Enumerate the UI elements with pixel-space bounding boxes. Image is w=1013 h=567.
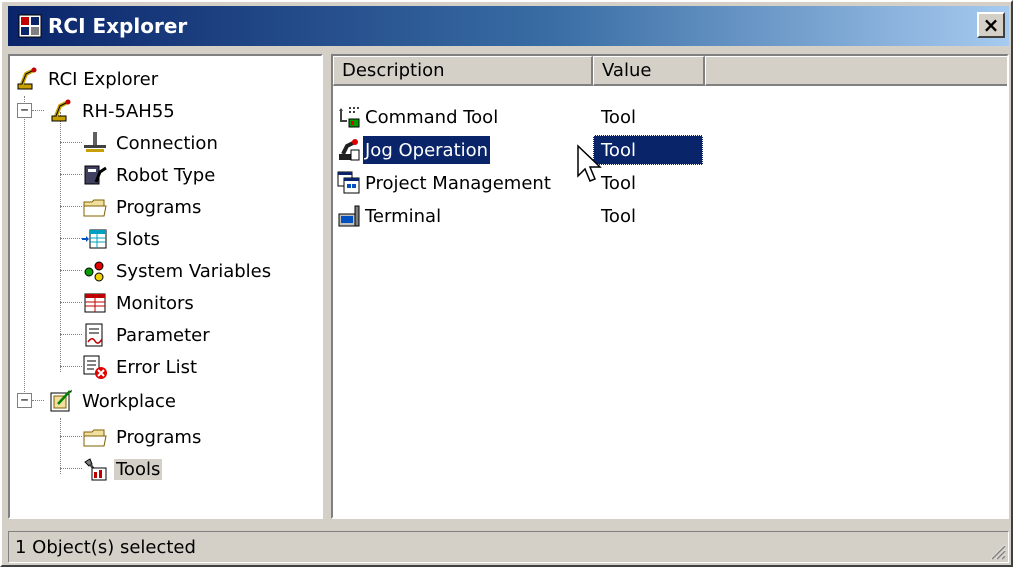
tree-item-label: Robot Type	[116, 164, 216, 186]
folder-icon	[83, 199, 107, 217]
column-header-value[interactable]: Value	[593, 56, 705, 86]
list-pane[interactable]: Description Value Command Tool Tool Jog …	[331, 54, 1009, 519]
list-item-value: Tool	[601, 172, 636, 194]
tree-item-label: Slots	[116, 228, 160, 250]
tree-item-label: Workplace	[82, 390, 177, 412]
tree-connector	[60, 366, 82, 367]
tree-item-label: Monitors	[116, 292, 194, 314]
tree-item-label: RH-5AH55	[82, 100, 175, 122]
tree-connector	[32, 110, 44, 111]
tree-item-label: Tools	[114, 458, 163, 480]
tree-item-programs[interactable]: Programs	[82, 192, 203, 222]
tree-connector	[32, 400, 44, 401]
window-title: RCI Explorer	[48, 14, 188, 38]
resize-grip-icon[interactable]	[988, 542, 1006, 560]
list-header: Description Value	[333, 56, 1007, 86]
tree-connector	[60, 302, 82, 303]
list-item-terminal[interactable]: Terminal Tool	[333, 201, 703, 231]
status-panel: 1 Object(s) selected	[8, 531, 1009, 563]
tree-item-label: Programs	[116, 196, 202, 218]
tree-item-system-variables[interactable]: System Variables	[82, 256, 273, 286]
robot-type-icon	[84, 165, 107, 185]
list-item-jog-operation[interactable]: Jog Operation Tool	[333, 135, 703, 165]
list-item-value: Tool	[593, 135, 703, 165]
tree-connector	[60, 206, 82, 207]
tree-connector	[60, 468, 82, 469]
app-icon	[18, 14, 42, 38]
tree-connector	[60, 238, 82, 239]
tree-item-tools[interactable]: Tools	[82, 454, 163, 484]
tree-connector	[60, 142, 82, 143]
tree-item-label: Connection	[116, 132, 218, 154]
list-item-value: Tool	[601, 106, 636, 128]
project-management-icon	[337, 171, 360, 194]
pane-splitter[interactable]	[323, 54, 331, 519]
robot-icon	[51, 99, 71, 122]
tree-item-rci-explorer[interactable]: RCI Explorer	[14, 64, 160, 94]
list-item-description: Jog Operation	[363, 136, 491, 164]
close-button[interactable]: ×	[977, 12, 1005, 38]
list-item-description: Project Management	[365, 172, 551, 194]
tree-item-label: Parameter	[116, 324, 210, 346]
jog-operation-icon	[339, 139, 360, 161]
workplace-icon	[50, 390, 72, 412]
collapse-icon[interactable]: −	[17, 393, 32, 408]
tree-item-workplace-programs[interactable]: Programs	[82, 422, 203, 452]
slots-icon	[82, 229, 107, 249]
connection-icon	[84, 132, 106, 152]
parameter-icon	[85, 323, 103, 347]
tree-item-label: Error List	[116, 356, 198, 378]
tree-item-error-list[interactable]: Error List	[82, 352, 199, 382]
tree-connector	[60, 436, 82, 437]
status-bar: 1 Object(s) selected	[8, 529, 1009, 565]
monitors-icon	[84, 293, 106, 313]
tree-item-label: Programs	[116, 426, 202, 448]
robot-icon	[17, 67, 37, 90]
list-item-value: Tool	[601, 205, 636, 227]
tree-connector	[60, 270, 82, 271]
collapse-icon[interactable]: −	[17, 103, 32, 118]
column-header-filler	[705, 56, 1007, 86]
list-item-project-management[interactable]: Project Management Tool	[333, 168, 703, 198]
tree-item-label: RCI Explorer	[48, 68, 159, 90]
mouse-pointer-icon	[577, 144, 602, 182]
tree-connector	[60, 418, 61, 474]
tree-item-slots[interactable]: Slots	[82, 224, 162, 254]
tree-item-parameter[interactable]: Parameter	[82, 320, 212, 350]
tree-pane[interactable]: − − RCI Explorer RH-5AH55 Connection Rob…	[8, 54, 323, 519]
status-text: 1 Object(s) selected	[15, 536, 196, 558]
error-list-icon	[83, 355, 107, 379]
tree-connector	[24, 96, 25, 396]
variables-icon	[84, 261, 104, 282]
list-item-command-tool[interactable]: Command Tool Tool	[333, 102, 703, 132]
tree-connector	[60, 334, 82, 335]
tree-item-workplace[interactable]: Workplace	[48, 386, 178, 416]
terminal-icon	[338, 205, 360, 227]
tree-item-rh-5ah55[interactable]: RH-5AH55	[48, 96, 177, 126]
rci-explorer-window: RCI Explorer × − − RCI Explorer RH-5AH55…	[0, 0, 1013, 567]
tree-item-monitors[interactable]: Monitors	[82, 288, 196, 318]
title-bar[interactable]: RCI Explorer ×	[8, 6, 1009, 46]
tree-item-connection[interactable]: Connection	[82, 128, 220, 158]
column-header-description[interactable]: Description	[333, 56, 593, 86]
list-item-description: Command Tool	[365, 106, 499, 128]
command-tool-icon	[339, 107, 360, 128]
folder-icon	[83, 429, 107, 447]
tree-connector	[60, 112, 61, 372]
close-icon: ×	[982, 13, 1000, 37]
tree-connector	[60, 174, 82, 175]
tree-item-robot-type[interactable]: Robot Type	[82, 160, 217, 190]
list-item-description: Terminal	[365, 205, 442, 227]
tools-icon	[84, 458, 107, 481]
tree-item-label: System Variables	[116, 260, 272, 282]
